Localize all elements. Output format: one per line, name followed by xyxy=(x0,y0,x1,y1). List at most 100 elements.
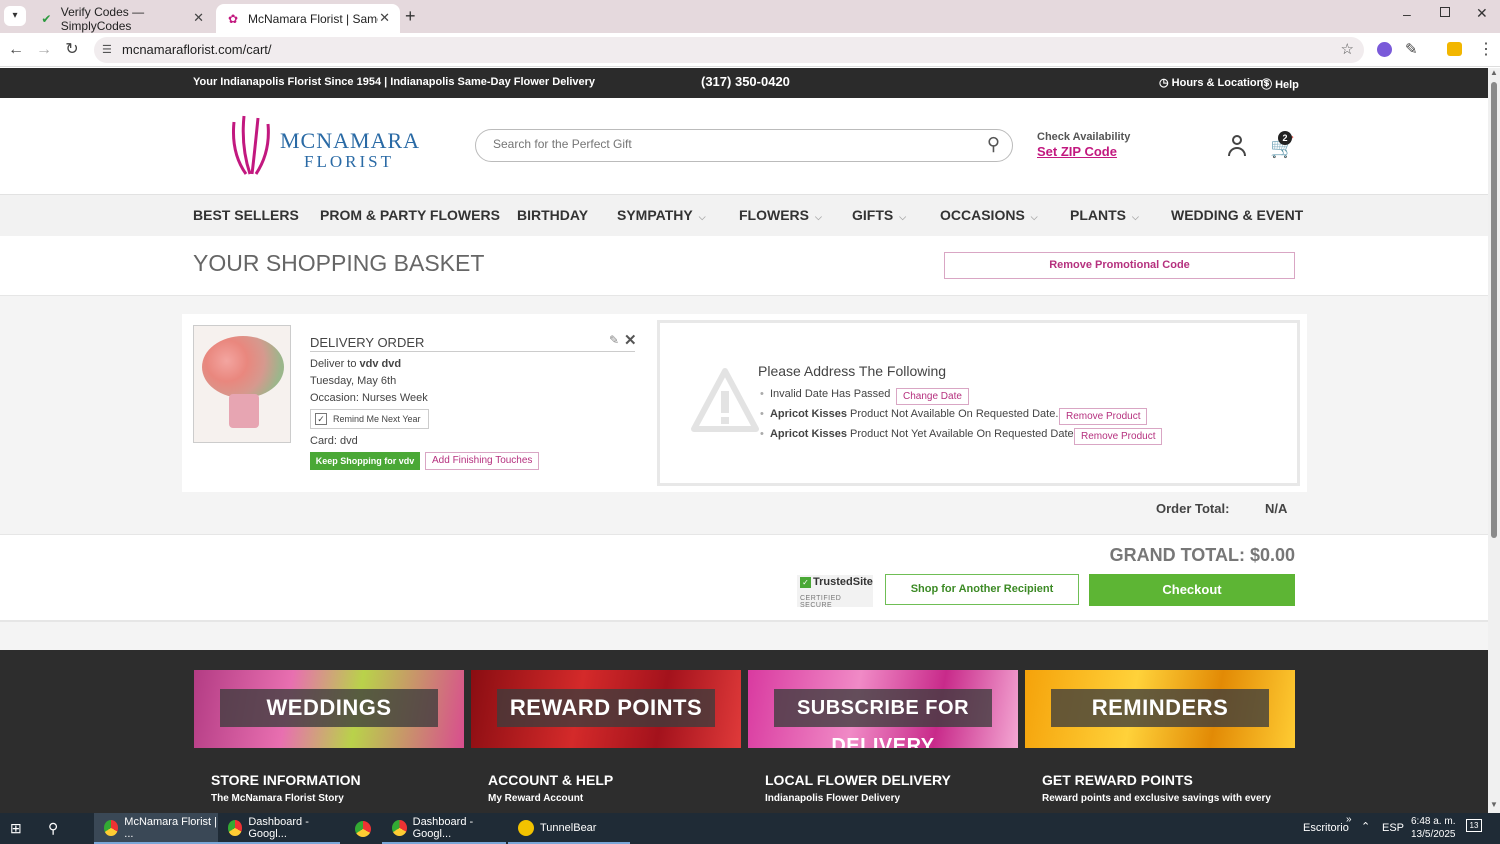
scroll-up-arrow[interactable]: ▲ xyxy=(1490,68,1498,77)
clock-time[interactable]: 6:48 a. m. xyxy=(1411,816,1455,827)
chevron-down-icon: ⌵ xyxy=(815,212,822,222)
trustedsite-badge[interactable]: ✓ TrustedSite CERTIFIED SECURE xyxy=(797,575,873,609)
restore-button[interactable] xyxy=(1440,7,1450,17)
account-icon[interactable] xyxy=(1227,135,1247,157)
hours-locations-link[interactable]: ◷ Hours & Locations xyxy=(1159,76,1269,89)
search-taskbar-button[interactable]: ⚲ xyxy=(38,813,78,844)
tab-simplycodes[interactable]: ✔ Verify Codes — SimplyCodes ✕ xyxy=(30,4,214,33)
footer-account-help: ACCOUNT & HELP My Reward Account xyxy=(488,772,614,804)
add-finishing-touches-button[interactable]: Add Finishing Touches xyxy=(425,452,540,470)
browser-menu-icon[interactable]: ⋮ xyxy=(1478,39,1494,59)
footer-link[interactable]: The McNamara Florist Story xyxy=(211,793,361,804)
nav-occasions[interactable]: OCCASIONS ⌵ xyxy=(940,207,1038,223)
phone-number[interactable]: (317) 350-0420 xyxy=(701,74,790,89)
subscribe-banner[interactable]: SUBSCRIBE FOR DELIVERY xyxy=(748,670,1018,748)
footer-link[interactable]: My Reward Account xyxy=(488,793,613,804)
footer-local-delivery: LOCAL FLOWER DELIVERY Indianapolis Flowe… xyxy=(765,772,951,804)
keep-shopping-button[interactable]: Keep Shopping for vdv xyxy=(310,452,420,470)
remind-me-checkbox[interactable]: ✓ Remind Me Next Year xyxy=(310,409,429,429)
overflow-chevron-icon[interactable]: » xyxy=(1346,814,1352,825)
taskbar-app-chrome[interactable] xyxy=(345,813,385,844)
site-logo[interactable]: McNamara FLORIST xyxy=(228,112,419,176)
close-tab-icon[interactable]: ✕ xyxy=(193,10,204,26)
extensions-puzzle-icon[interactable]: ✎ xyxy=(1405,40,1418,58)
forward-icon[interactable]: → xyxy=(34,40,54,60)
check-availability-label: Check Availability xyxy=(1037,131,1131,143)
nav-flowers[interactable]: FLOWERS ⌵ xyxy=(739,207,822,223)
reward-points-banner[interactable]: REWARD POINTS xyxy=(471,670,741,748)
extension-icon[interactable] xyxy=(1377,42,1392,57)
notifications-icon[interactable]: 13 xyxy=(1466,819,1482,832)
tagline: Your Indianapolis Florist Since 1954 | I… xyxy=(193,76,596,88)
remove-promo-button[interactable]: Remove Promotional Code xyxy=(944,252,1295,279)
url-field[interactable]: ☰ mcnamaraflorist.com/cart/ ☆ xyxy=(94,37,1364,63)
nav-prom-party[interactable]: PROM & PARTY FLOWERS xyxy=(320,207,500,223)
close-window-button[interactable]: ✕ xyxy=(1476,5,1488,22)
footer-link[interactable]: Indianapolis Flower Delivery xyxy=(765,793,951,804)
search-icon[interactable]: ⚲ xyxy=(987,134,1000,155)
nav-plants[interactable]: PLANTS ⌵ xyxy=(1070,207,1139,223)
start-button[interactable]: ⊞ xyxy=(0,813,38,844)
shop-another-recipient-button[interactable]: Shop for Another Recipient xyxy=(885,574,1079,605)
site-info-icon[interactable]: ☰ xyxy=(102,37,112,63)
chevron-down-icon: ⌵ xyxy=(899,212,907,222)
tab-mcnamara[interactable]: ✿ McNamara Florist | Same Day In ✕ xyxy=(216,4,400,33)
back-icon[interactable]: ← xyxy=(6,40,26,60)
taskbar-app-dashboard[interactable]: Dashboard - Googl... xyxy=(218,813,340,844)
nav-sympathy[interactable]: SYMPATHY ⌵ xyxy=(617,207,706,223)
set-zip-link[interactable]: Set ZIP Code xyxy=(1037,144,1117,159)
close-tab-icon[interactable]: ✕ xyxy=(379,10,390,26)
address-bar-row: ← → ↻ ☰ mcnamaraflorist.com/cart/ ☆ ✎ ⋮ xyxy=(0,33,1500,67)
recipient-name: vdv dvd xyxy=(359,358,402,370)
site-footer: WEDDINGS REWARD POINTS SUBSCRIBE FOR DEL… xyxy=(0,650,1488,813)
scroll-down-arrow[interactable]: ▼ xyxy=(1490,800,1498,809)
mcnamara-tab-icon: ✿ xyxy=(227,11,239,26)
warning-triangle-icon xyxy=(691,368,759,432)
help-link[interactable]: ⓘ Help xyxy=(1261,76,1299,92)
page-scrollbar[interactable]: ▲ ▼ xyxy=(1488,68,1500,813)
section-gap xyxy=(0,622,1488,650)
help-icon: ⓘ xyxy=(1261,79,1272,91)
scroll-thumb[interactable] xyxy=(1491,82,1497,538)
browser-tab-bar: ▾ ✔ Verify Codes — SimplyCodes ✕ ✿ McNam… xyxy=(0,0,1500,33)
profile-extension-icon[interactable] xyxy=(1447,42,1462,56)
taskbar-app-mcnamara[interactable]: McNamara Florist | ... xyxy=(94,813,218,844)
minimize-button[interactable]: – xyxy=(1403,6,1411,22)
remove-product-button[interactable]: Remove Product xyxy=(1074,428,1163,445)
language-indicator[interactable]: ESP xyxy=(1382,822,1404,834)
grand-total: GRAND TOTAL: $0.00 xyxy=(1109,545,1295,565)
product-name: Apricot Kisses xyxy=(769,408,847,420)
taskbar-app-tunnelbear[interactable]: TunnelBear xyxy=(508,813,630,844)
nav-wedding-event[interactable]: WEDDING & EVENT xyxy=(1171,207,1303,223)
tray-expand-icon[interactable]: ⌃ xyxy=(1361,820,1370,833)
clock-date[interactable]: 13/5/2025 xyxy=(1411,829,1456,840)
remove-product-button[interactable]: Remove Product xyxy=(1059,408,1148,425)
nav-best-sellers[interactable]: BEST SELLERS xyxy=(193,207,299,223)
bookmark-star-icon[interactable]: ☆ xyxy=(1341,37,1354,63)
occasion: Occasion: Nurses Week xyxy=(310,392,428,404)
checkout-button[interactable]: Checkout xyxy=(1089,574,1295,606)
taskbar-app-dashboard-2[interactable]: Dashboard - Googl... xyxy=(382,813,506,844)
page-title: YOUR SHOPPING BASKET xyxy=(193,250,485,276)
reload-icon[interactable]: ↻ xyxy=(62,40,82,60)
nav-birthday[interactable]: BIRTHDAY xyxy=(517,207,588,223)
chevron-down-icon: ⌵ xyxy=(1132,212,1139,222)
footer-link[interactable]: Reward points and exclusive savings with… xyxy=(1042,793,1271,804)
reminders-banner[interactable]: REMINDERS xyxy=(1025,670,1295,748)
trusted-check-icon: ✓ xyxy=(800,577,811,588)
order-card: DELIVERY ORDER ✎ ✕ Deliver to vdv dvd Tu… xyxy=(182,314,1307,492)
nav-gifts[interactable]: GIFTS ⌵ xyxy=(852,207,906,223)
remove-order-icon[interactable]: ✕ xyxy=(624,331,637,349)
new-tab-button[interactable]: + xyxy=(405,6,416,27)
alert-item: • Invalid Date Has Passed xyxy=(760,388,891,400)
chrome-icon xyxy=(392,819,407,836)
search-box[interactable]: ⚲ xyxy=(475,129,1013,162)
desktop-label[interactable]: Escritorio xyxy=(1303,822,1349,834)
tab-list-button[interactable]: ▾ xyxy=(4,6,26,26)
change-date-button[interactable]: Change Date xyxy=(896,388,969,405)
product-image[interactable] xyxy=(193,325,291,443)
checkbox-check-icon: ✓ xyxy=(315,413,327,425)
search-input[interactable] xyxy=(493,137,963,151)
weddings-banner[interactable]: WEDDINGS xyxy=(194,670,464,748)
edit-pencil-icon[interactable]: ✎ xyxy=(609,333,619,347)
